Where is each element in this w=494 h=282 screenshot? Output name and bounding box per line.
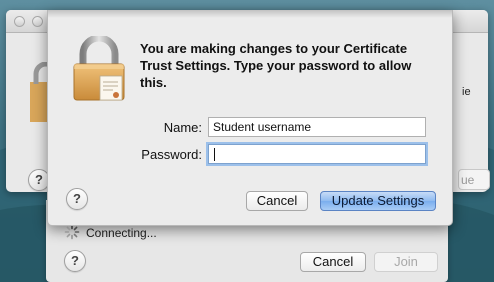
name-field[interactable] [208,117,426,137]
text-caret [214,148,215,161]
background-partial-button[interactable]: ue [458,169,490,190]
lock-certificate-icon [73,36,125,101]
connection-cancel-button[interactable]: Cancel [300,252,366,272]
minimize-window-icon[interactable] [32,16,43,27]
sheet-shadow-edge [48,10,452,18]
connecting-status: Connecting... [86,226,157,240]
dialog-message: You are making changes to your Certifica… [140,41,412,90]
connection-help-button[interactable]: ? [64,250,86,272]
password-label: Password: [141,147,202,162]
authentication-dialog: You are making changes to your Certifica… [47,10,453,226]
background-partial-text: ie [462,86,471,98]
update-settings-button[interactable]: Update Settings [320,191,436,211]
join-button[interactable]: Join [374,252,438,272]
dialog-help-button[interactable]: ? [66,188,88,210]
cancel-button[interactable]: Cancel [246,191,308,211]
name-label: Name: [163,120,202,135]
spinner-icon [64,224,80,240]
close-window-icon[interactable] [14,16,25,27]
password-field[interactable] [208,144,426,164]
